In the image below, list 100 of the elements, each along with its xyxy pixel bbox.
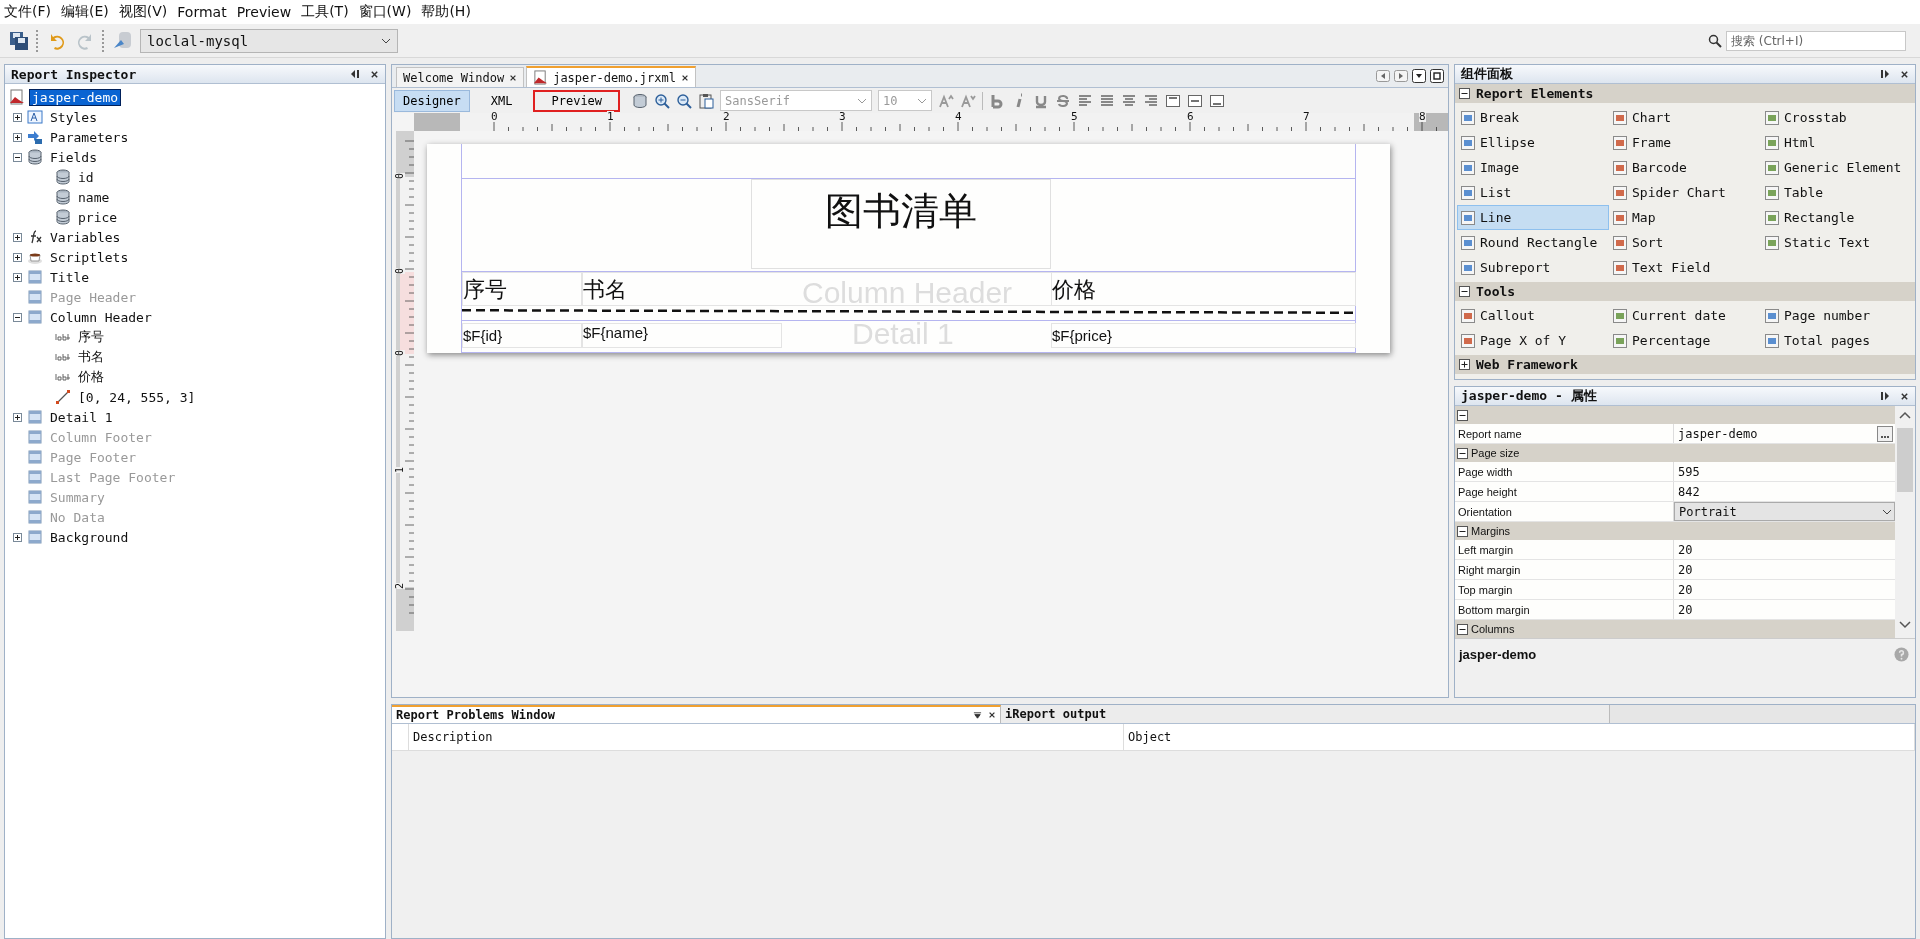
save-icon[interactable] [8, 29, 30, 52]
menu-item[interactable]: 窗口(W) [358, 3, 412, 21]
property-section-header[interactable]: Columns [1455, 620, 1895, 638]
property-value[interactable]: 595 [1678, 464, 1700, 479]
palette-item[interactable]: Crosstab [1761, 105, 1913, 130]
tree-item[interactable]: price [76, 209, 120, 225]
palette-item[interactable]: Sort [1609, 230, 1761, 255]
palette-item[interactable]: Html [1761, 130, 1913, 155]
tree-item[interactable]: Background [48, 529, 131, 545]
strikethrough-icon[interactable] [1055, 92, 1072, 109]
property-value[interactable]: 20 [1678, 562, 1693, 577]
tree-item[interactable]: Parameters [48, 129, 131, 145]
document-tab[interactable]: Welcome Window [396, 67, 525, 87]
palette-item[interactable]: Ellipse [1457, 130, 1609, 155]
property-dropdown[interactable]: Portrait [1674, 502, 1895, 521]
close-icon[interactable] [509, 73, 518, 82]
close-icon[interactable] [1900, 69, 1909, 79]
close-icon[interactable] [1900, 391, 1909, 401]
align-icon[interactable] [1143, 92, 1160, 109]
close-icon[interactable] [681, 73, 689, 82]
tree-item[interactable]: Title [48, 269, 92, 285]
expand-toggle-icon[interactable] [1459, 359, 1470, 370]
palette-item[interactable]: Image [1457, 155, 1609, 180]
tree-item[interactable]: Styles [48, 109, 99, 125]
dropdown-icon[interactable] [1412, 69, 1426, 83]
palette-item[interactable]: Map [1609, 205, 1761, 230]
palette-item[interactable]: Current date [1609, 303, 1761, 328]
panel-tab[interactable]: Report Problems Window [392, 705, 1001, 723]
property-section-header[interactable]: Margins [1455, 522, 1895, 540]
tree-item[interactable]: Detail 1 [48, 409, 115, 425]
menu-item[interactable]: Format [177, 4, 227, 20]
field-expression[interactable]: $F{id} [462, 323, 582, 348]
palette-item[interactable]: Static Text [1761, 230, 1913, 255]
view-mode-button[interactable]: Designer [394, 89, 470, 112]
search-icon[interactable] [1708, 33, 1722, 48]
palette-item[interactable]: Frame [1609, 130, 1761, 155]
palette-item[interactable]: Page X of Y [1457, 328, 1609, 353]
palette-item[interactable]: Total pages [1761, 328, 1913, 353]
minimize-icon[interactable] [1880, 391, 1892, 401]
expand-toggle-icon[interactable] [1459, 286, 1470, 297]
palette-group-header[interactable]: Report Elements [1455, 84, 1915, 103]
more-button[interactable] [1877, 425, 1893, 442]
maximize-icon[interactable] [1430, 69, 1444, 83]
palette-item[interactable]: Generic Element [1761, 155, 1913, 180]
palette-group-header[interactable]: Web Framework [1455, 355, 1915, 374]
document-tab[interactable]: jasper-demo.jrxml [526, 66, 696, 87]
tree-item[interactable]: Variables [48, 229, 123, 245]
expand-toggle-icon[interactable] [13, 132, 22, 142]
tree-item[interactable]: Fields [48, 149, 99, 165]
palette-item[interactable]: Page number [1761, 303, 1913, 328]
tree-item[interactable]: jasper-demo [30, 89, 121, 105]
expand-toggle-icon[interactable] [13, 112, 22, 122]
tree-item[interactable]: 序号 [76, 328, 106, 346]
column-header-label[interactable]: 价格 [1051, 272, 1356, 306]
palette-item[interactable]: Percentage [1609, 328, 1761, 353]
vertical-align-icon[interactable] [1165, 92, 1182, 109]
clipboard-icon[interactable] [698, 92, 715, 109]
field-expression[interactable]: $F{name} [582, 323, 782, 348]
datasource-dropdown[interactable]: loclal-mysql [140, 28, 398, 53]
palette-item[interactable]: Barcode [1609, 155, 1761, 180]
tree-item[interactable]: id [76, 169, 96, 185]
menu-item[interactable]: 帮助(H) [421, 3, 471, 21]
vertical-align-icon[interactable] [1187, 92, 1204, 109]
menu-item[interactable]: 文件(F) [4, 3, 51, 21]
view-mode-button[interactable]: XML [481, 89, 522, 112]
expand-toggle-icon[interactable] [13, 152, 22, 162]
align-icon[interactable] [1099, 92, 1116, 109]
menu-item[interactable]: 视图(V) [118, 3, 168, 21]
menu-item[interactable]: 编辑(E) [61, 3, 109, 21]
palette-item[interactable]: Break [1457, 105, 1609, 130]
search-field[interactable]: 搜索 (Ctrl+I) [1726, 30, 1906, 51]
property-value[interactable]: 20 [1678, 582, 1693, 597]
palette-group-header[interactable]: Tools [1455, 282, 1915, 301]
property-section-header[interactable]: Page size [1455, 444, 1895, 462]
zoom-in-icon[interactable] [654, 92, 671, 109]
expand-toggle-icon[interactable] [1457, 525, 1468, 537]
palette-item[interactable]: Chart [1609, 105, 1761, 130]
expand-toggle-icon[interactable] [13, 312, 22, 322]
column-header[interactable]: Description [409, 724, 1124, 750]
expand-toggle-icon[interactable] [13, 252, 22, 262]
scroll-right-icon[interactable] [1394, 70, 1408, 82]
palette-item[interactable]: Rectangle [1761, 205, 1913, 230]
tree-item[interactable]: 价格 [76, 368, 106, 386]
minimize-icon[interactable] [1880, 69, 1892, 79]
close-icon[interactable] [988, 711, 996, 719]
expand-toggle-icon[interactable] [1457, 447, 1468, 459]
palette-item[interactable]: Subreport [1457, 255, 1609, 280]
scroll-left-icon[interactable] [1376, 70, 1390, 82]
tree-item[interactable]: 书名 [76, 348, 106, 366]
expand-toggle-icon[interactable] [1459, 88, 1470, 99]
property-value[interactable]: 20 [1678, 542, 1693, 557]
tree-item[interactable]: Column Header [48, 309, 154, 325]
tree-item[interactable]: [0, 24, 555, 3] [76, 389, 198, 405]
property-value[interactable]: 20 [1678, 602, 1693, 617]
menu-item[interactable]: Preview [236, 4, 292, 20]
palette-item[interactable]: Text Field [1609, 255, 1761, 280]
align-icon[interactable] [1121, 92, 1138, 109]
palette-item[interactable]: Line [1457, 205, 1609, 230]
dropdown-icon[interactable] [973, 710, 982, 720]
expand-toggle-icon[interactable] [1457, 409, 1468, 421]
